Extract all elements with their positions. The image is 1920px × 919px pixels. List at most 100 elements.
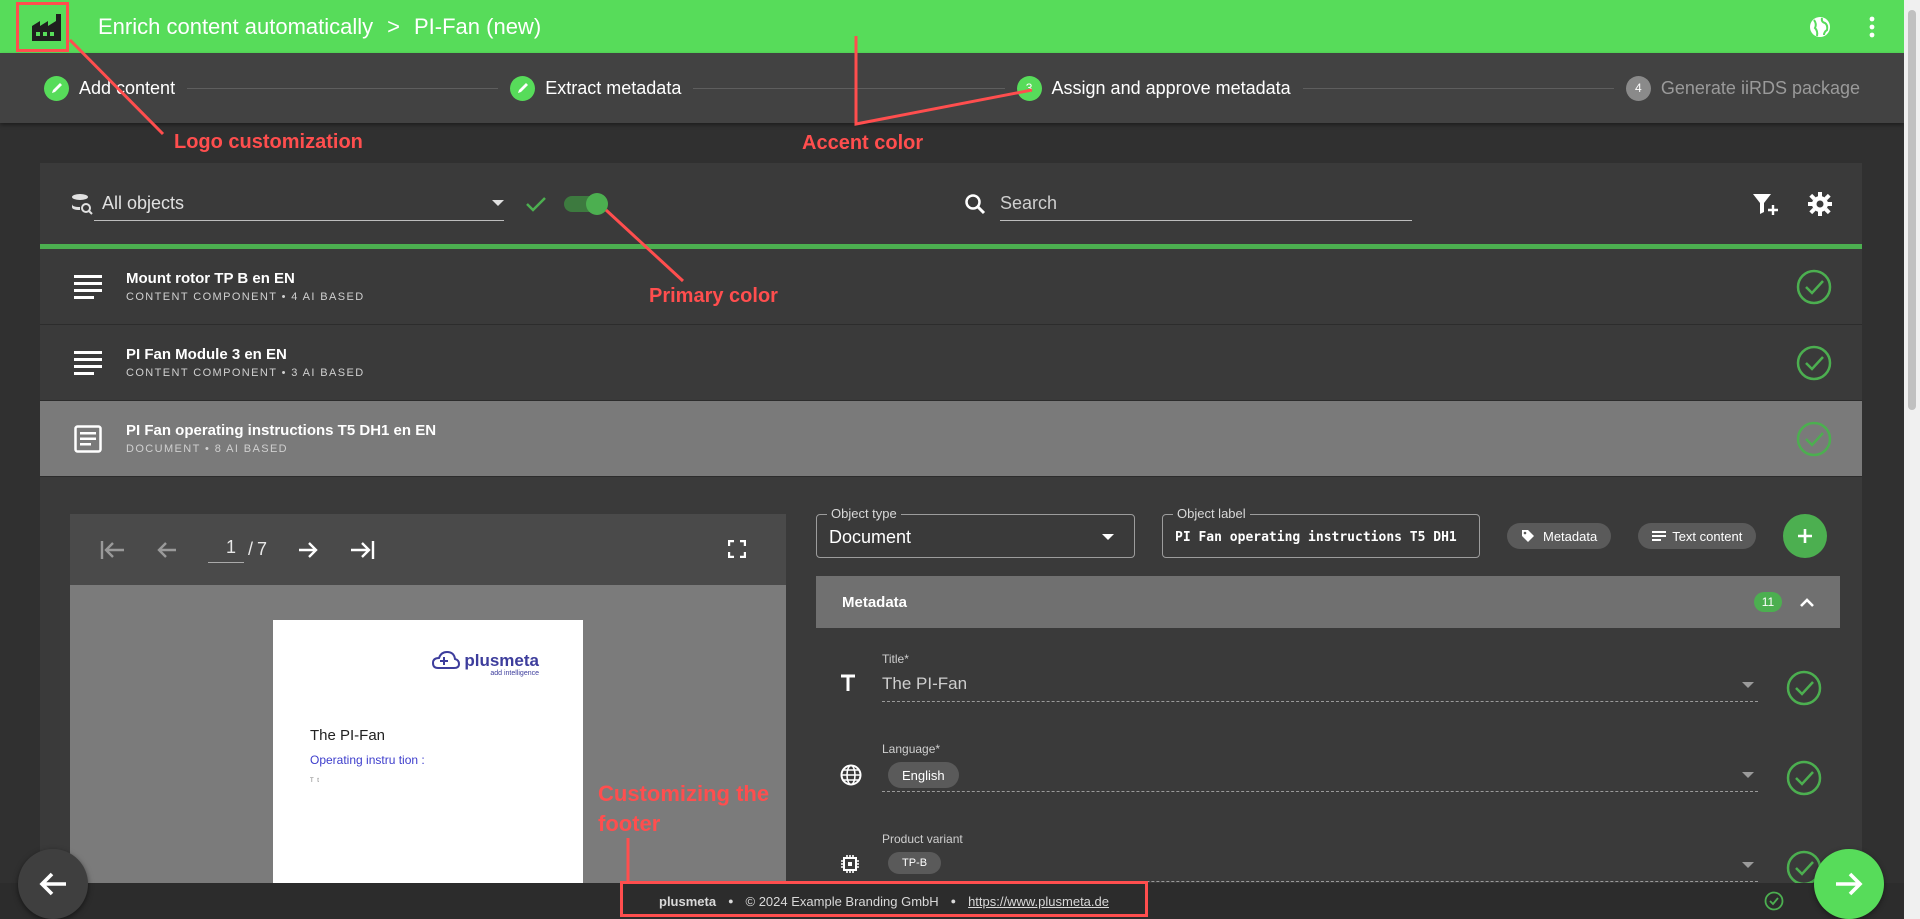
object-type-select[interactable]: Object type Document xyxy=(816,506,1135,558)
step-label: Generate iiRDS package xyxy=(1660,77,1860,98)
step-connector xyxy=(693,87,1005,89)
field-input[interactable] xyxy=(882,668,1758,702)
metadata-title: Metadata xyxy=(842,593,908,611)
metadata-header[interactable]: Metadata 11 xyxy=(816,576,1840,628)
add-metadata-button[interactable] xyxy=(1783,514,1828,558)
dropdown-arrow-icon xyxy=(492,200,504,206)
stepper: Add content Extract metadata 3 Assign an… xyxy=(0,53,1904,123)
text-content-chip-label: Text content xyxy=(1672,528,1743,544)
page-input[interactable]: 1 xyxy=(208,537,245,563)
object-filter-value: All objects xyxy=(102,192,185,213)
field-label: Title* xyxy=(882,652,909,666)
step-number: 4 xyxy=(1625,75,1651,101)
next-button[interactable] xyxy=(1814,849,1884,919)
objects-panel: All objects Search Mount rotor TP B en E… xyxy=(40,163,1862,883)
breadcrumb-current: PI-Fan (new) xyxy=(414,13,542,39)
step-add-content[interactable]: Add content xyxy=(44,75,176,101)
language-chip[interactable]: English xyxy=(888,762,959,788)
object-title: PI Fan operating instructions T5 DH1 en … xyxy=(126,422,437,439)
dropdown-arrow-icon[interactable] xyxy=(1742,772,1754,778)
first-page-icon[interactable] xyxy=(100,539,126,561)
breadcrumb-separator: > xyxy=(387,13,400,39)
doc-tiny-text: T t xyxy=(310,778,319,784)
approved-check-icon[interactable] xyxy=(1786,670,1822,706)
document-page-preview[interactable]: plusmeta add intelligence The PI-Fan Ope… xyxy=(273,620,583,883)
cloud-plus-icon xyxy=(432,650,461,669)
object-title: Mount rotor TP B en EN xyxy=(126,270,295,287)
field-input[interactable] xyxy=(882,848,1758,882)
dropdown-arrow-icon[interactable] xyxy=(1742,682,1754,688)
prev-page-icon[interactable] xyxy=(156,539,178,561)
check-icon xyxy=(526,196,546,212)
metadata-field-title: Title* The PI-Fan xyxy=(816,642,1840,720)
doc-subtitle: Operating instru tion : xyxy=(310,753,425,767)
chevron-up-icon[interactable] xyxy=(1800,597,1814,607)
metadata-field-product-variant: Product variant TP-B xyxy=(816,822,1840,883)
object-subtitle: CONTENT COMPONENT • 3 AI BASED xyxy=(126,367,365,379)
objects-toolbar: All objects Search xyxy=(40,163,1862,249)
object-form-header: Object type Document Object label PI Fan… xyxy=(816,506,1828,558)
list-item[interactable]: Mount rotor TP B en EN CONTENT COMPONENT… xyxy=(40,249,1862,325)
pencil-icon xyxy=(510,75,536,101)
metadata-card: Metadata 11 Title* The PI-Fan Language* xyxy=(816,576,1840,883)
object-title: PI Fan Module 3 en EN xyxy=(126,346,287,363)
primary-annotation: Primary color xyxy=(649,285,778,307)
approved-check-icon[interactable] xyxy=(1796,269,1832,305)
globe-icon xyxy=(840,764,862,786)
title-icon xyxy=(841,674,855,691)
top-app-bar: Enrich content automatically > PI-Fan (n… xyxy=(0,0,1904,53)
plus-icon xyxy=(1798,529,1813,543)
product-variant-chip[interactable]: TP-B xyxy=(888,852,942,874)
status-check-icon xyxy=(1764,891,1784,911)
arrow-left-icon xyxy=(39,872,66,896)
metadata-chip-label: Metadata xyxy=(1543,528,1598,544)
object-filter-select[interactable]: All objects xyxy=(94,187,504,221)
next-page-icon[interactable] xyxy=(297,539,319,561)
object-subtitle: DOCUMENT • 8 AI BASED xyxy=(126,443,289,455)
plusmeta-logo: plusmeta add intelligence xyxy=(432,650,539,677)
chip-icon xyxy=(841,855,859,873)
step-generate-package[interactable]: 4 Generate iiRDS package xyxy=(1625,75,1860,101)
fullscreen-icon[interactable] xyxy=(728,540,746,558)
text-lines-icon xyxy=(74,350,102,375)
field-input[interactable] xyxy=(882,758,1758,792)
last-page-icon[interactable] xyxy=(349,539,375,561)
logo-annotation: Logo customization xyxy=(174,131,363,153)
list-item[interactable]: PI Fan Module 3 en EN CONTENT COMPONENT … xyxy=(40,325,1862,401)
object-label-value: PI Fan operating instructions T5 DH1 xyxy=(1175,530,1457,545)
footer-annotation-line1: Customizing the xyxy=(598,781,770,806)
object-label-field[interactable]: Object label PI Fan operating instructio… xyxy=(1162,506,1480,558)
text-content-chip[interactable]: Text content xyxy=(1638,523,1757,549)
object-subtitle: CONTENT COMPONENT • 4 AI BASED xyxy=(126,291,365,303)
back-button[interactable] xyxy=(18,849,88,919)
dropdown-arrow-icon[interactable] xyxy=(1742,862,1754,868)
doc-title: The PI-Fan xyxy=(310,727,386,744)
globe-icon[interactable] xyxy=(1808,15,1832,39)
page-separator: / xyxy=(248,539,254,559)
field-label: Language* xyxy=(882,742,941,756)
viewer-toolbar: 1 / 7 xyxy=(70,514,786,585)
page-scrollbar[interactable] xyxy=(1904,0,1920,919)
approved-toggle[interactable] xyxy=(564,192,608,215)
approved-check-icon[interactable] xyxy=(1796,345,1832,381)
metadata-chip[interactable]: Metadata xyxy=(1507,523,1612,549)
more-vert-icon[interactable] xyxy=(1868,16,1876,38)
page-indicator: 1 / 7 xyxy=(208,537,267,563)
approved-check-icon[interactable] xyxy=(1796,421,1832,457)
search-input[interactable]: Search xyxy=(1000,187,1412,221)
step-assign-approve[interactable]: 3 Assign and approve metadata xyxy=(1016,75,1291,101)
gear-icon[interactable] xyxy=(1808,192,1832,216)
list-item-selected[interactable]: PI Fan operating instructions T5 DH1 en … xyxy=(40,401,1862,477)
breadcrumb-root[interactable]: Enrich content automatically xyxy=(98,14,373,40)
step-label: Extract metadata xyxy=(545,77,682,98)
filter-add-icon[interactable] xyxy=(1752,192,1778,216)
object-type-value: Document xyxy=(829,527,912,547)
document-viewer: 1 / 7 plusmeta add intelligence The PI-F… xyxy=(70,514,786,883)
step-extract-metadata[interactable]: Extract metadata xyxy=(510,75,682,101)
step-connector xyxy=(1302,87,1614,89)
step-number: 3 xyxy=(1016,75,1042,101)
step-label: Add content xyxy=(79,77,176,98)
search-icon xyxy=(965,194,986,215)
approved-check-icon[interactable] xyxy=(1786,760,1822,796)
field-label: Product variant xyxy=(882,832,963,846)
